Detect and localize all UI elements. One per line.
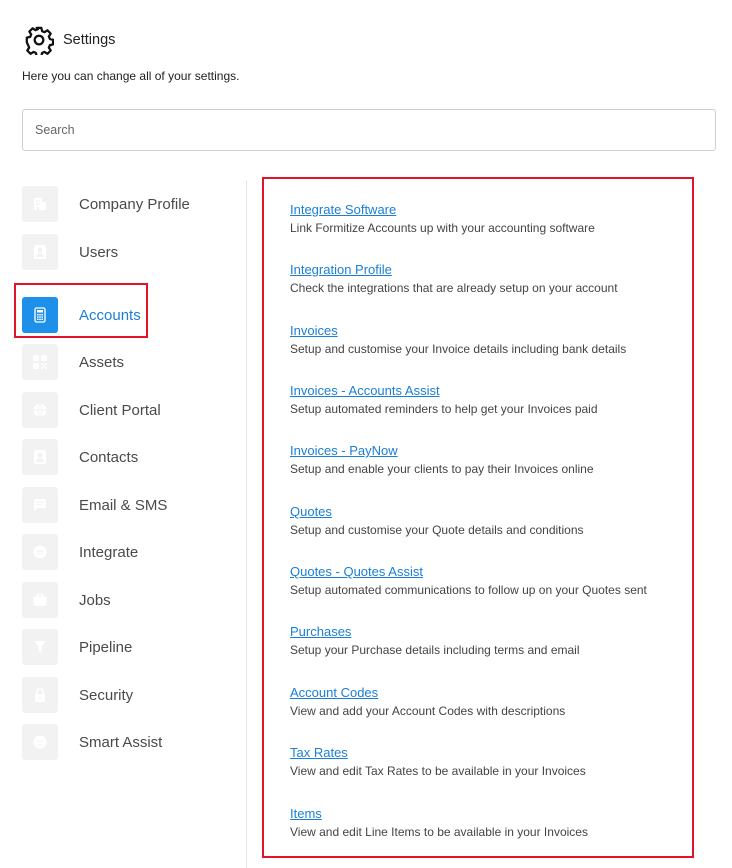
sidebar-item-label: Jobs bbox=[79, 591, 111, 609]
sidebar-item-email-sms[interactable]: Email & SMS bbox=[22, 487, 167, 523]
settings-entry: Items View and edit Line Items to be ava… bbox=[290, 805, 588, 840]
integration-profile-link[interactable]: Integration Profile bbox=[290, 261, 618, 278]
robot-icon bbox=[22, 724, 58, 760]
settings-entry: Invoices - PayNow Setup and enable your … bbox=[290, 442, 594, 477]
user-icon bbox=[22, 234, 58, 270]
account-codes-link[interactable]: Account Codes bbox=[290, 684, 565, 701]
sidebar-item-label: Client Portal bbox=[79, 401, 161, 419]
items-link[interactable]: Items bbox=[290, 805, 588, 822]
sidebar-item-contacts[interactable]: Contacts bbox=[22, 439, 138, 475]
entry-description: View and edit Line Items to be available… bbox=[290, 825, 588, 839]
gear-icon bbox=[25, 26, 54, 55]
quotes-link[interactable]: Quotes bbox=[290, 503, 584, 520]
page-title: Settings bbox=[63, 32, 116, 48]
sidebar-item-users[interactable]: Users bbox=[22, 234, 118, 270]
entry-description: Setup and customise your Quote details a… bbox=[290, 523, 584, 537]
sidebar-item-label: Security bbox=[79, 686, 134, 704]
sidebar-item-label: Accounts bbox=[79, 306, 141, 324]
settings-entry: Integration Profile Check the integratio… bbox=[290, 261, 618, 296]
sidebar-item-label: Smart Assist bbox=[79, 733, 163, 751]
sidebar-item-assets[interactable]: Assets bbox=[22, 344, 124, 380]
entry-description: Setup your Purchase details including te… bbox=[290, 643, 580, 657]
settings-entry: Invoices Setup and customise your Invoic… bbox=[290, 322, 626, 357]
sidebar-item-jobs[interactable]: Jobs bbox=[22, 582, 111, 618]
entry-description: View and add your Account Codes with des… bbox=[290, 704, 566, 718]
sidebar-item-integrate[interactable]: Integrate bbox=[22, 534, 138, 570]
contact-card-icon bbox=[22, 439, 58, 475]
settings-entry: Quotes Setup and customise your Quote de… bbox=[290, 503, 584, 538]
sidebar-item-label: Assets bbox=[79, 353, 125, 371]
sidebar-item-label: Contacts bbox=[79, 448, 139, 466]
sidebar-item-company-profile[interactable]: Company Profile bbox=[22, 186, 190, 222]
sidebar-item-label: Integrate bbox=[79, 543, 139, 561]
entry-description: Setup and customise your Invoice details… bbox=[290, 342, 627, 356]
search-input[interactable] bbox=[22, 109, 716, 151]
quotes-quotes-assist-link[interactable]: Quotes - Quotes Assist bbox=[290, 563, 647, 580]
invoices-accounts-assist-link[interactable]: Invoices - Accounts Assist bbox=[290, 382, 598, 399]
sidebar-item-label: Company Profile bbox=[79, 195, 190, 213]
building-icon bbox=[22, 186, 58, 222]
sidebar-item-client-portal[interactable]: Client Portal bbox=[22, 392, 161, 428]
settings-entry: Quotes - Quotes Assist Setup automated c… bbox=[290, 563, 647, 598]
entry-description: View and edit Tax Rates to be available … bbox=[290, 764, 586, 778]
tax-rates-link[interactable]: Tax Rates bbox=[290, 744, 586, 761]
sidebar-item-security[interactable]: Security bbox=[22, 677, 133, 713]
page-subtitle: Here you can change all of your settings… bbox=[22, 69, 240, 83]
settings-entry: Purchases Setup your Purchase details in… bbox=[290, 623, 580, 658]
sidebar-item-pipeline[interactable]: Pipeline bbox=[22, 629, 132, 665]
settings-entry: Invoices - Accounts Assist Setup automat… bbox=[290, 382, 598, 417]
entry-description: Link Formitize Accounts up with your acc… bbox=[290, 221, 595, 235]
page-header: Settings bbox=[24, 24, 115, 56]
settings-entry: Integrate Software Link Formitize Accoun… bbox=[290, 201, 595, 236]
qr-code-icon bbox=[22, 344, 58, 380]
sidebar-item-smart-assist[interactable]: Smart Assist bbox=[22, 724, 162, 760]
sidebar-item-accounts[interactable]: Accounts bbox=[22, 297, 141, 333]
entry-description: Setup automated reminders to help get yo… bbox=[290, 402, 598, 416]
plug-icon bbox=[22, 534, 58, 570]
entry-description: Check the integrations that are already … bbox=[290, 281, 618, 295]
message-icon bbox=[22, 487, 58, 523]
integrate-software-link[interactable]: Integrate Software bbox=[290, 201, 595, 218]
briefcase-icon bbox=[22, 582, 58, 618]
lock-icon bbox=[22, 677, 58, 713]
calculator-icon bbox=[22, 297, 58, 333]
funnel-icon bbox=[22, 629, 58, 665]
entry-description: Setup automated communications to follow… bbox=[290, 583, 647, 597]
sidebar-item-label: Users bbox=[79, 243, 119, 261]
purchases-link[interactable]: Purchases bbox=[290, 623, 580, 640]
entry-description: Setup and enable your clients to pay the… bbox=[290, 462, 594, 476]
sidebar-divider bbox=[246, 180, 247, 868]
settings-entry: Account Codes View and add your Account … bbox=[290, 684, 565, 719]
globe-icon bbox=[22, 392, 58, 428]
sidebar-item-label: Email & SMS bbox=[79, 496, 168, 514]
invoices-paynow-link[interactable]: Invoices - PayNow bbox=[290, 442, 594, 459]
sidebar-item-label: Pipeline bbox=[79, 638, 133, 656]
settings-entry: Tax Rates View and edit Tax Rates to be … bbox=[290, 744, 586, 779]
invoices-link[interactable]: Invoices bbox=[290, 322, 626, 339]
